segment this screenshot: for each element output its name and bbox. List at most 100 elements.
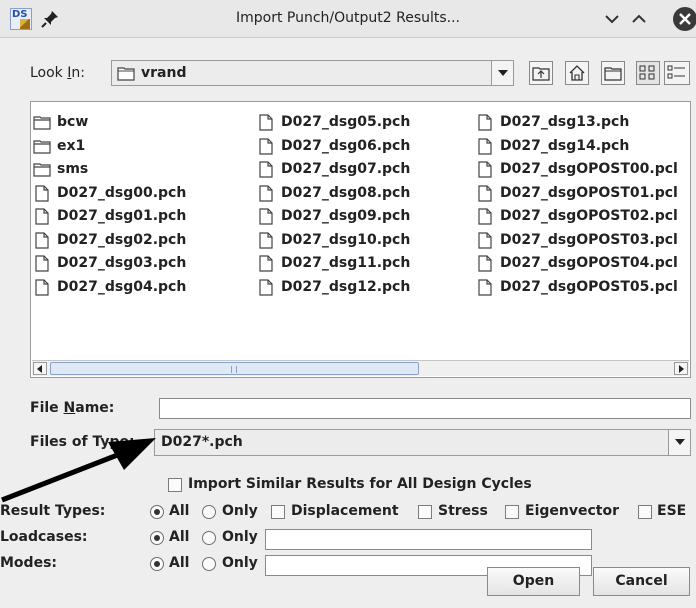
file-list[interactable]: D027_dsgOPOST05.pcl D027_dsgOPOST04.pcl D0… bbox=[30, 101, 691, 378]
file-icon bbox=[35, 231, 49, 249]
file-icon bbox=[478, 137, 492, 155]
file-name-text: D027_dsg00.pch bbox=[57, 184, 187, 201]
modes-all-label: All bbox=[169, 555, 190, 571]
file-name-text: D027_dsgOPOST01.pcl bbox=[500, 184, 678, 201]
file-name-text: D027_dsgOPOST03.pcl bbox=[500, 231, 678, 248]
file-icon bbox=[259, 231, 273, 249]
details-view-icon bbox=[667, 65, 685, 79]
file-name-text: D027_dsg12.pch bbox=[281, 278, 411, 295]
loadcases-only-label: Only bbox=[222, 529, 258, 545]
modes-all-radio[interactable] bbox=[150, 557, 164, 571]
file-name-input[interactable] bbox=[159, 398, 691, 419]
file-icon bbox=[35, 255, 49, 272]
horizontal-scrollbar[interactable] bbox=[32, 360, 689, 376]
loadcases-only-radio[interactable] bbox=[202, 531, 216, 545]
scroll-left-button[interactable] bbox=[33, 362, 47, 375]
result-types-all-label: All bbox=[169, 503, 190, 519]
file-name-text: D027_dsg09.pch bbox=[281, 208, 411, 224]
folder-icon bbox=[33, 139, 51, 154]
displacement-label: Displacement bbox=[291, 503, 399, 519]
loadcases-input[interactable] bbox=[265, 529, 592, 550]
file-icon bbox=[35, 278, 49, 296]
files-of-type-value: D027*.pch bbox=[161, 434, 243, 450]
file-name-text: D027_dsg07.pch bbox=[281, 161, 411, 177]
file-icon bbox=[259, 161, 273, 178]
list-view-button[interactable] bbox=[636, 61, 660, 85]
file-icon bbox=[259, 278, 273, 296]
file-name-text: D027_dsgOPOST04.pcl bbox=[500, 255, 678, 271]
file-name-text: D027_dsg05.pch bbox=[281, 114, 411, 130]
up-folder-icon bbox=[532, 67, 550, 81]
eigenvector-label: Eigenvector bbox=[525, 503, 619, 519]
files-of-type-combo[interactable]: D027*.pch bbox=[154, 429, 691, 456]
displacement-checkbox[interactable] bbox=[271, 505, 285, 519]
up-folder-button[interactable] bbox=[529, 61, 553, 85]
file-name-text: D027_dsg13.pch bbox=[500, 114, 630, 130]
folder-icon bbox=[117, 67, 135, 81]
file-name-text: sms bbox=[57, 161, 89, 177]
details-view-button[interactable] bbox=[664, 61, 690, 85]
modes-only-radio[interactable] bbox=[202, 557, 216, 571]
eigenvector-checkbox[interactable] bbox=[505, 505, 519, 519]
file-icon bbox=[478, 255, 492, 272]
loadcases-all-radio[interactable] bbox=[150, 531, 164, 545]
window-title: Import Punch/Output2 Results... bbox=[235, 10, 461, 26]
chevron-up-icon[interactable] bbox=[628, 8, 650, 30]
file-name-text: D027_dsg14.pch bbox=[500, 137, 630, 154]
file-name-text: D027_dsgOPOST02.pcl bbox=[500, 208, 678, 224]
chevron-down-icon[interactable] bbox=[601, 8, 623, 30]
ese-label: ESE bbox=[657, 503, 687, 519]
new-folder-button[interactable] bbox=[601, 61, 625, 85]
modes-label: Modes: bbox=[0, 555, 57, 571]
chevron-down-icon[interactable] bbox=[491, 61, 513, 85]
folder-icon bbox=[33, 163, 51, 177]
file-name-text: D027_dsg01.pch bbox=[57, 208, 187, 224]
stress-label: Stress bbox=[438, 503, 488, 519]
close-button[interactable] bbox=[673, 7, 696, 31]
modes-only-label: Only bbox=[222, 555, 258, 571]
file-name-text: D027_dsg03.pch bbox=[57, 255, 187, 271]
file-name-text: ex1 bbox=[57, 137, 86, 154]
chevron-down-icon[interactable] bbox=[668, 430, 690, 455]
file-icon bbox=[35, 184, 49, 202]
file-name-text: D027_dsgOPOST00.pcl bbox=[500, 161, 678, 177]
stress-checkbox[interactable] bbox=[418, 505, 432, 519]
import-similar-label: Import Similar Results for All Design Cy… bbox=[188, 476, 532, 492]
look-in-combo[interactable]: vrand bbox=[111, 60, 514, 86]
ese-checkbox[interactable] bbox=[638, 505, 652, 519]
home-button[interactable] bbox=[565, 61, 589, 85]
title-bar: DS Import Punch/Output2 Results... bbox=[0, 0, 696, 38]
new-folder-icon bbox=[604, 67, 622, 81]
file-icon bbox=[478, 161, 492, 178]
file-name-text: D027_dsg10.pch bbox=[281, 231, 411, 248]
scroll-right-button[interactable] bbox=[674, 362, 688, 375]
file-name-text: bcw bbox=[57, 114, 89, 130]
file-icon bbox=[259, 114, 273, 131]
file-name-label: File Name: bbox=[30, 400, 115, 416]
file-icon bbox=[478, 231, 492, 249]
file-icon bbox=[478, 184, 492, 202]
file-icon bbox=[478, 208, 492, 225]
file-icon bbox=[478, 278, 492, 296]
result-types-only-radio[interactable] bbox=[202, 505, 216, 519]
file-name-text: D027_dsg08.pch bbox=[281, 184, 411, 201]
close-icon bbox=[679, 13, 691, 25]
folder-icon bbox=[33, 116, 51, 130]
list-view-icon bbox=[639, 65, 655, 80]
file-icon bbox=[478, 114, 492, 131]
result-types-only-label: Only bbox=[222, 503, 258, 519]
scroll-thumb[interactable] bbox=[50, 362, 419, 375]
file-name-text: D027_dsgOPOST05.pcl bbox=[500, 278, 678, 295]
file-name-text: D027_dsg11.pch bbox=[281, 255, 411, 271]
import-similar-checkbox[interactable] bbox=[168, 478, 182, 492]
file-icon bbox=[35, 208, 49, 225]
file-name-text: D027_dsg04.pch bbox=[57, 278, 187, 295]
open-button[interactable]: Open bbox=[487, 567, 580, 596]
file-icon bbox=[259, 184, 273, 202]
cancel-button[interactable]: Cancel bbox=[593, 567, 690, 596]
file-name-text: D027_dsg06.pch bbox=[281, 137, 411, 154]
home-icon bbox=[569, 65, 585, 81]
annotation-arrow bbox=[1, 438, 156, 503]
file-icon bbox=[259, 208, 273, 225]
loadcases-all-label: All bbox=[169, 529, 190, 545]
